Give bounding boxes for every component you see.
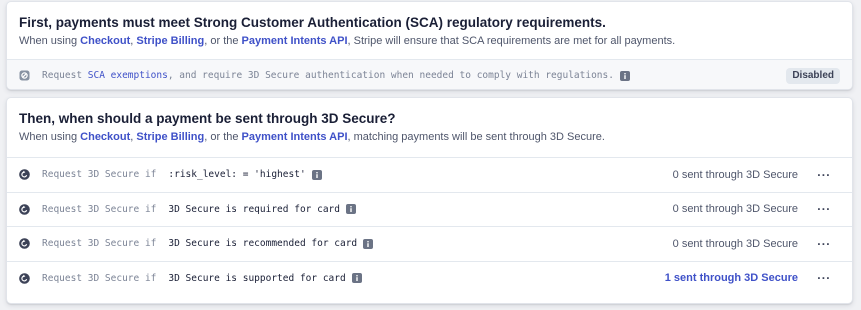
rule-condition: 3D Secure is supported for card	[168, 272, 346, 284]
sca-description-text: , Stripe will ensure that SCA requiremen…	[347, 35, 676, 47]
checkout-link[interactable]: Checkout	[80, 131, 130, 143]
more-dots-icon[interactable]: ···	[808, 168, 840, 182]
redirect-arrow-icon	[19, 272, 30, 284]
sca-title: First, payments must meet Strong Custome…	[19, 15, 606, 30]
rule-row-3ds-supported[interactable]: Request 3D Secure if 3D Secure is suppor…	[7, 260, 852, 296]
sca-requirements-card: First, payments must meet Strong Custome…	[6, 1, 853, 90]
info-icon[interactable]	[619, 70, 630, 81]
three-ds-description: When using Checkout, Stripe Billing, or …	[19, 130, 840, 144]
rule-prefix: Request 3D Secure if	[42, 238, 157, 250]
sca-description-sep: , or the	[204, 35, 242, 47]
sca-description: When using Checkout, Stripe Billing, or …	[19, 34, 840, 48]
rule-prefix: Request 3D Secure if	[42, 272, 157, 284]
exemption-prefix: Request	[42, 70, 88, 81]
three-ds-title: Then, when should a payment be sent thro…	[19, 111, 396, 126]
rule-sent-count: 0 sent through 3D Secure	[672, 237, 798, 250]
three-d-secure-card: Then, when should a payment be sent thro…	[6, 97, 853, 304]
exemption-suffix: , and require 3D Secure authentication w…	[167, 70, 614, 81]
rule-row-3ds-required[interactable]: Request 3D Secure if 3D Secure is requir…	[7, 191, 852, 227]
info-icon[interactable]	[345, 204, 356, 215]
redirect-arrow-icon	[19, 238, 30, 250]
more-dots-icon[interactable]: ···	[808, 271, 840, 285]
rule-condition: 3D Secure is required for card	[168, 203, 340, 215]
info-icon[interactable]	[363, 238, 374, 249]
rule-sent-count: 0 sent through 3D Secure	[672, 168, 798, 181]
redirect-arrow-icon	[19, 203, 30, 215]
three-ds-rules-list: Request 3D Secure if :risk_level: = 'hig…	[7, 157, 852, 295]
exemption-text: Request SCA exemptions, and require 3D S…	[42, 70, 614, 81]
sca-exemptions-link[interactable]: SCA exemptions	[88, 70, 168, 81]
three-ds-description-sep: , or the	[204, 131, 242, 143]
checkout-link[interactable]: Checkout	[80, 35, 130, 47]
shield-exemption-icon	[19, 70, 30, 81]
rule-sent-count-link[interactable]: 1 sent through 3D Secure	[665, 272, 798, 284]
three-ds-description-text: , matching payments will be sent through…	[347, 131, 605, 143]
rule-condition: 3D Secure is recommended for card	[168, 238, 358, 250]
stripe-billing-link[interactable]: Stripe Billing	[136, 131, 204, 143]
status-badge: Disabled	[786, 67, 840, 84]
payment-intents-api-link[interactable]: Payment Intents API	[242, 35, 348, 47]
info-icon[interactable]	[311, 169, 322, 180]
sca-description-text: When using	[19, 35, 81, 47]
stripe-billing-link[interactable]: Stripe Billing	[136, 35, 204, 47]
rule-condition: :risk_level: = 'highest'	[168, 169, 306, 181]
rule-sent-count: 0 sent through 3D Secure	[672, 203, 798, 216]
rule-prefix: Request 3D Secure if	[42, 203, 157, 215]
rule-row-risk-level[interactable]: Request 3D Secure if :risk_level: = 'hig…	[7, 157, 852, 192]
redirect-arrow-icon	[19, 169, 30, 181]
sca-exemption-rule[interactable]: Request SCA exemptions, and require 3D S…	[7, 59, 852, 89]
rule-row-3ds-recommended[interactable]: Request 3D Secure if 3D Secure is recomm…	[7, 226, 852, 261]
more-dots-icon[interactable]: ···	[808, 202, 840, 216]
rule-prefix: Request 3D Secure if	[42, 169, 157, 181]
info-icon[interactable]	[351, 273, 362, 284]
more-dots-icon[interactable]: ···	[808, 237, 840, 251]
three-ds-description-text: When using	[19, 131, 81, 143]
payment-intents-api-link[interactable]: Payment Intents API	[242, 131, 348, 143]
